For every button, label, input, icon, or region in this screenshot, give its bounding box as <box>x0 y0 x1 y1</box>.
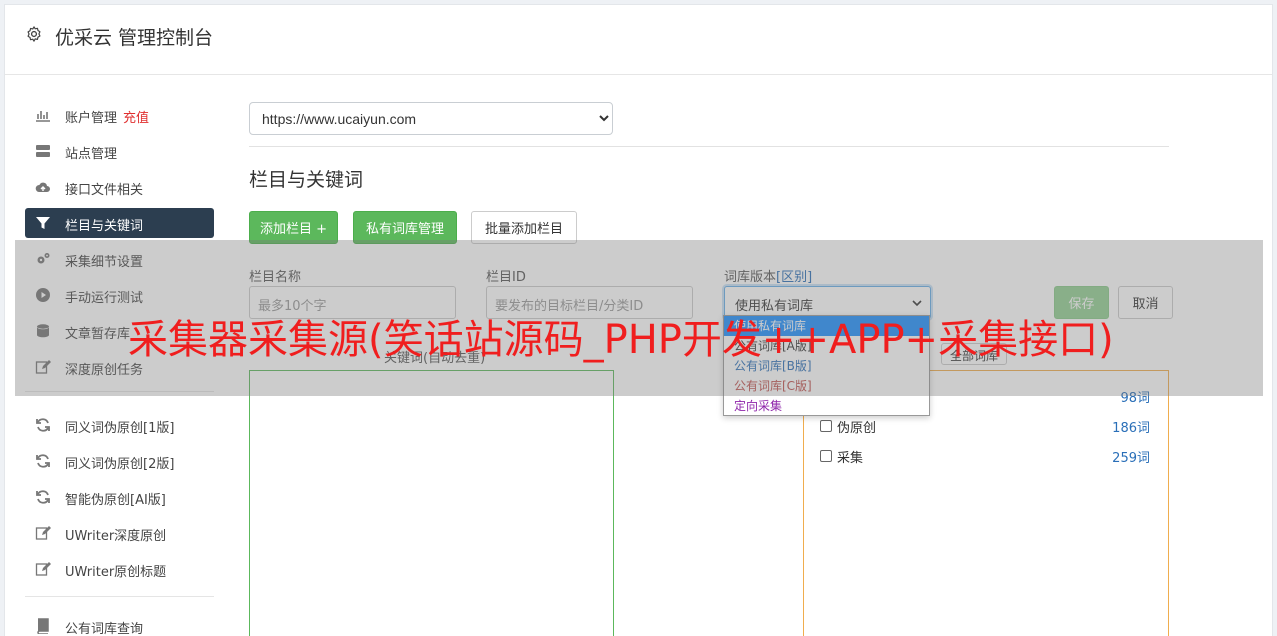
sidebar-item-ai-rewrite[interactable]: 智能伪原创[AI版] <box>25 482 214 512</box>
sidebar-item-api-files[interactable]: 接口文件相关 <box>25 172 214 202</box>
sidebar-item-label: 同义词伪原创[1版] <box>65 421 175 436</box>
cloud-upload-icon <box>35 182 50 192</box>
library-checkbox[interactable] <box>820 420 832 432</box>
list-item[interactable]: 伪原创 186词 <box>820 417 1150 437</box>
sidebar-item-label: 栏目与关键词 <box>65 219 144 234</box>
sidebar-item-uwriter-deep[interactable]: UWriter深度原创 <box>25 518 214 548</box>
library-name: 伪原创 <box>837 421 877 436</box>
site-select[interactable]: https://www.ucaiyun.com <box>249 102 613 135</box>
refresh-icon <box>36 454 50 468</box>
sidebar-item-synonym-v1[interactable]: 同义词伪原创[1版] <box>25 410 214 440</box>
server-icon <box>36 145 50 157</box>
dropdown-option[interactable]: 定向采集 <box>724 396 929 416</box>
library-checkbox[interactable] <box>820 450 832 462</box>
sidebar-item-label: 站点管理 <box>65 147 118 162</box>
sidebar-item-label: 同义词伪原创[2版] <box>65 457 175 472</box>
sidebar-item-label: UWriter深度原创 <box>65 529 167 544</box>
sidebar-item-label: 智能伪原创[AI版] <box>65 493 166 508</box>
recharge-link[interactable]: 充值 <box>123 111 149 126</box>
header: 优采云 管理控制台 <box>5 5 1272 75</box>
watermark-text: 采集器采集源(笑话站源码_PHP开发++APP+采集接口) <box>128 317 1114 363</box>
edit-icon <box>35 526 51 540</box>
section-title: 栏目与关键词 <box>249 169 364 191</box>
sidebar-item-sites[interactable]: 站点管理 <box>25 136 214 166</box>
library-count: 259词 <box>1112 451 1150 466</box>
divider <box>249 146 1169 147</box>
edit-icon <box>35 562 51 576</box>
sidebar-item-label: 接口文件相关 <box>65 183 144 198</box>
sidebar-item-public-lib-query[interactable]: 公有词库查询 <box>25 611 214 636</box>
keywords-textarea[interactable] <box>249 370 614 636</box>
list-item[interactable]: 采集 259词 <box>820 447 1150 467</box>
sidebar-item-uwriter-title[interactable]: UWriter原创标题 <box>25 554 214 584</box>
gear-icon <box>27 26 41 42</box>
sidebar-item-account[interactable]: 账户管理 充值 <box>25 100 214 130</box>
sidebar-divider <box>25 596 214 597</box>
sidebar-item-synonym-v2[interactable]: 同义词伪原创[2版] <box>25 446 214 476</box>
refresh-icon <box>36 490 50 504</box>
sidebar-item-columns-keywords[interactable]: 栏目与关键词 <box>25 208 214 238</box>
sidebar-item-label: 公有词库查询 <box>65 622 144 636</box>
sidebar-item-label: UWriter原创标题 <box>65 565 167 580</box>
book-icon <box>37 618 49 634</box>
app-title: 优采云 管理控制台 <box>55 27 214 49</box>
refresh-icon <box>36 418 50 432</box>
bar-chart-icon <box>36 111 50 122</box>
library-count: 186词 <box>1112 421 1150 436</box>
library-name: 采集 <box>837 451 864 466</box>
sidebar-item-label: 账户管理 <box>65 111 118 126</box>
filter-icon <box>36 217 50 229</box>
